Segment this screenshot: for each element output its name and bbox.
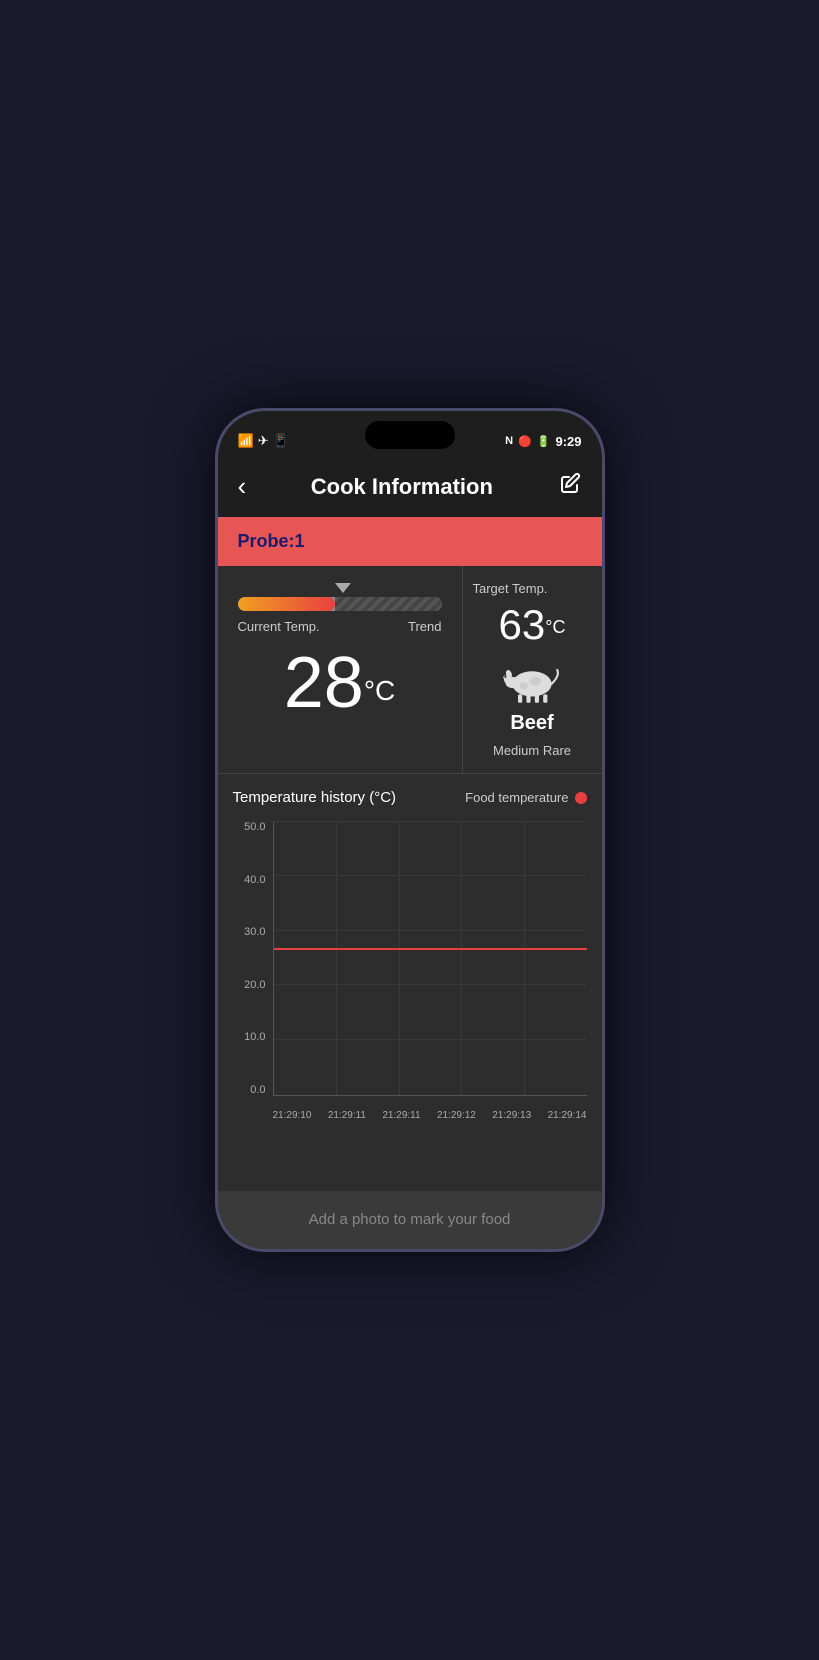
legend-label: Food temperature [465,790,568,805]
temp-line [274,948,587,950]
target-temp-unit: °C [545,617,565,638]
target-temp-value: 63 [499,604,546,646]
current-temp-value: 28 [284,647,364,719]
grid-line-50 [274,821,587,822]
progress-bar-remaining [335,597,441,611]
legend-dot [575,792,587,804]
x-label-0: 21:29:10 [273,1110,312,1121]
phone-frame: 📶 ✈ 📱 N 🔴 🔋 9:29 ‹ Cook Information [215,408,605,1252]
v-grid-3 [461,821,462,1095]
airplane-icon: ✈ [258,433,269,449]
chart-title: Temperature history (°C) [233,789,397,806]
bottom-bar-label: Add a photo to mark your food [309,1211,511,1228]
progress-arrow [335,583,351,593]
chart-header: Temperature history (°C) Food temperatur… [233,789,587,806]
v-grid-2 [399,821,400,1095]
edit-button[interactable] [558,472,582,502]
main-content: Current Temp. Trend 28 °C Target Temp. 6… [218,566,602,1191]
grid-line-10 [274,1039,587,1040]
y-label-10: 10.0 [244,1031,265,1043]
temp-labels: Current Temp. Trend [238,619,442,634]
x-label-5: 21:29:14 [548,1110,587,1121]
y-label-30: 30.0 [244,926,265,938]
x-label-2: 21:29:11 [382,1110,420,1121]
chart-legend: Food temperature [465,790,586,805]
y-label-20: 20.0 [244,979,265,991]
dynamic-island [365,421,455,449]
bluetooth-icon: 🔴 [518,435,532,448]
back-button[interactable]: ‹ [238,471,247,502]
y-label-40: 40.0 [244,874,265,886]
current-temp-display: 28 °C [284,647,396,719]
grid-line-40 [274,875,587,876]
x-label-4: 21:29:13 [492,1110,531,1121]
wifi-icon: 📶 [238,433,254,449]
grid-line-20 [274,984,587,985]
v-grid-4 [524,821,525,1095]
grid-line-30 [274,930,587,931]
status-right: N 🔴 🔋 9:29 [505,434,581,449]
progress-container [238,581,442,611]
time-display: 9:29 [555,434,581,449]
probe-label: Probe:1 [238,531,305,551]
x-label-1: 21:29:11 [328,1110,366,1121]
x-label-3: 21:29:12 [437,1110,476,1121]
chart-area [273,821,587,1096]
meat-doneness: Medium Rare [493,743,571,758]
trend-label: Trend [408,619,441,634]
battery-icon: 🔋 [537,435,551,448]
nfc-icon: N [505,435,513,447]
target-temp-display: 63 °C [499,604,566,646]
chart-section: Temperature history (°C) Food temperatur… [218,774,602,1136]
temp-left: Current Temp. Trend 28 °C [218,566,462,773]
y-label-50: 50.0 [244,821,265,833]
page-title: Cook Information [246,474,557,500]
header: ‹ Cook Information [218,461,602,517]
bottom-bar[interactable]: Add a photo to mark your food [218,1191,602,1249]
status-left: 📶 ✈ 📱 [238,433,289,449]
phone-screen: 📶 ✈ 📱 N 🔴 🔋 9:29 ‹ Cook Information [218,411,602,1249]
progress-bar-track [238,597,442,611]
y-label-0: 0.0 [250,1084,265,1096]
temp-right: Target Temp. 63 °C [462,566,602,773]
progress-bar-fill [238,597,336,611]
status-bar: 📶 ✈ 📱 N 🔴 🔋 9:29 [218,411,602,461]
probe-banner: Probe:1 [218,517,602,566]
meat-type: Beef [510,712,553,735]
chart-wrapper: 50.0 40.0 30.0 20.0 10.0 0.0 [233,821,587,1121]
target-temp-label: Target Temp. [473,581,548,596]
app-icon: 📱 [273,433,289,449]
temp-panel: Current Temp. Trend 28 °C Target Temp. 6… [218,566,602,774]
chart-y-labels: 50.0 40.0 30.0 20.0 10.0 0.0 [233,821,271,1096]
chart-x-labels: 21:29:10 21:29:11 21:29:11 21:29:12 21:2… [273,1110,587,1121]
v-grid-1 [336,821,337,1095]
current-temp-label: Current Temp. [238,619,320,634]
cow-icon [497,654,567,704]
current-temp-unit: °C [364,675,395,707]
